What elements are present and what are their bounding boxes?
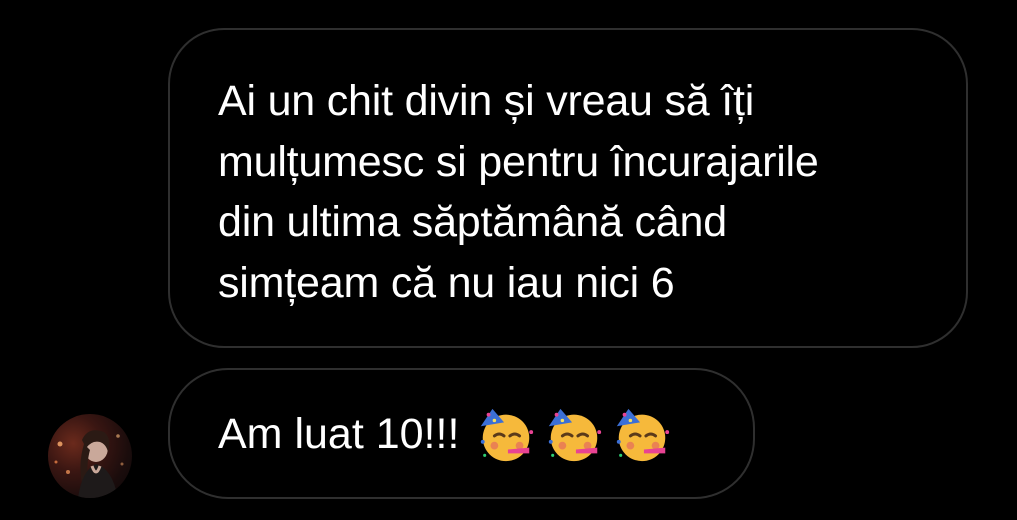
partying-face-emoji-icon: [481, 408, 534, 461]
partying-face-emoji-icon: [617, 408, 670, 461]
sender-avatar[interactable]: [48, 414, 132, 498]
message-text-1: Ai un chit divin și vreau să îți mulțume…: [218, 77, 819, 307]
message-text-2: Am luat 10!!!: [218, 409, 460, 458]
message-bubble-1[interactable]: Ai un chit divin și vreau să îți mulțume…: [168, 28, 968, 348]
partying-face-emoji-icon: [549, 408, 602, 461]
avatar-photo-icon: [54, 430, 124, 498]
emoji-row: [475, 403, 673, 465]
message-bubble-2[interactable]: Am luat 10!!!: [168, 368, 755, 499]
